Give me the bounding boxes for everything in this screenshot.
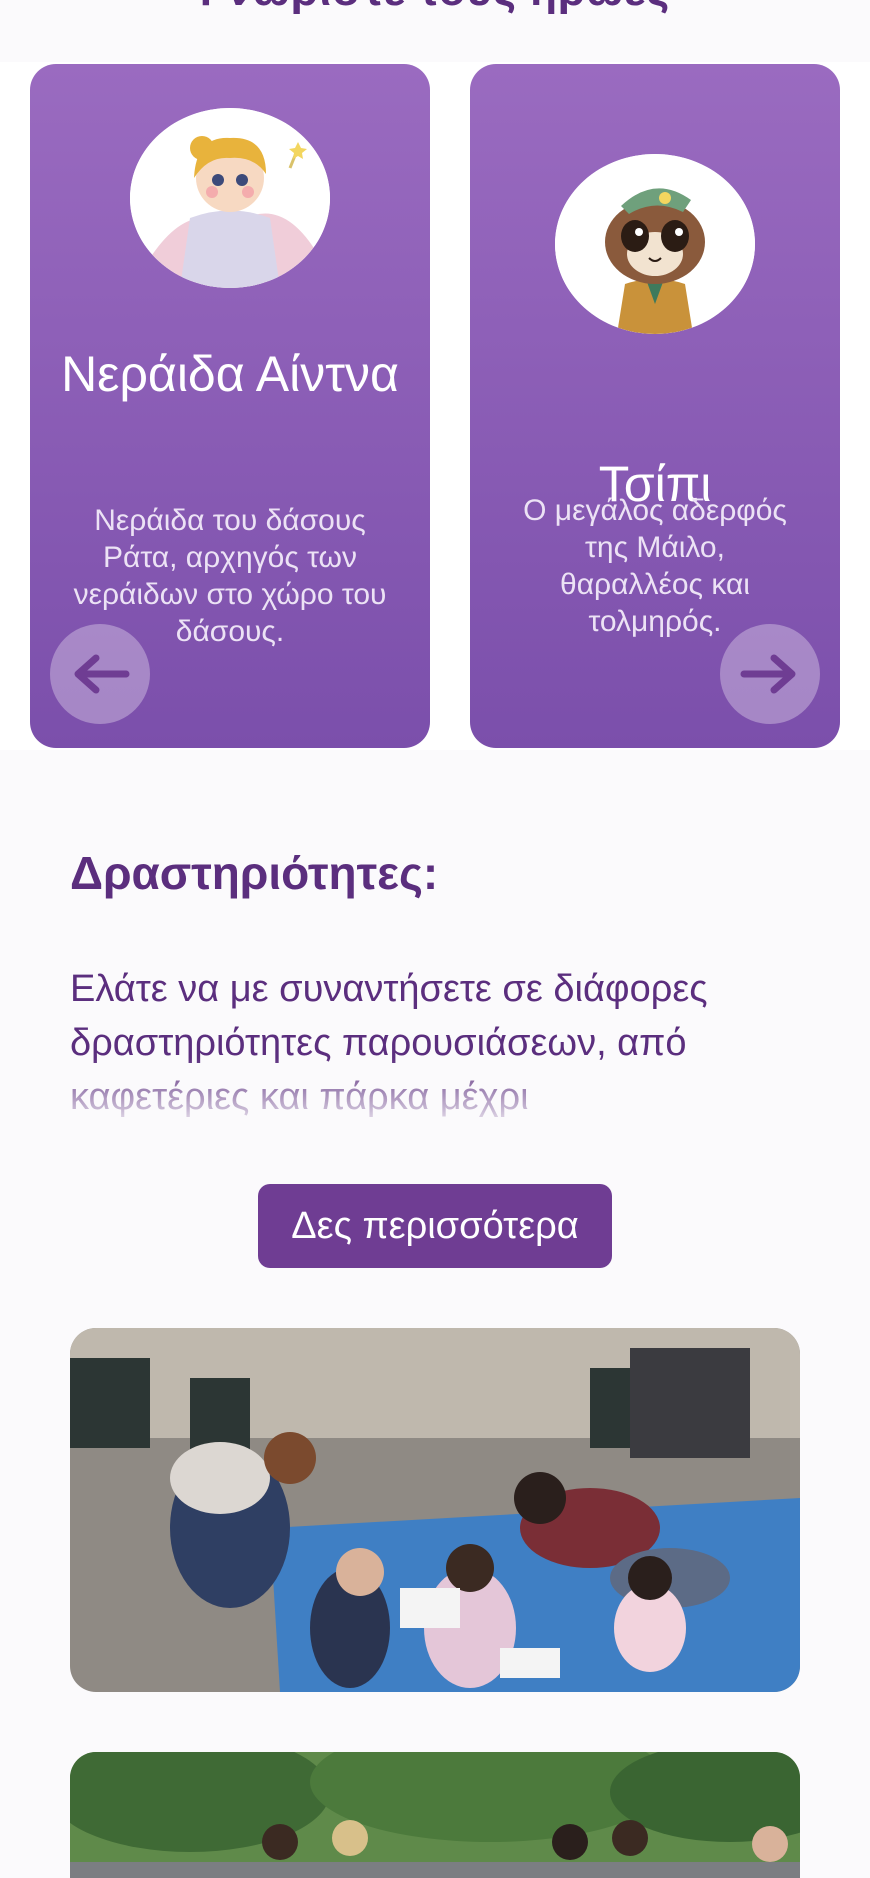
chipmunk-illustration-icon (555, 154, 755, 334)
activities-text: Ελάτε να με συναντήσετε σε διάφορες δρασ… (70, 968, 708, 1118)
activities-title: Δραστηριότητες: (70, 847, 439, 899)
arrow-left-icon (74, 654, 130, 694)
carousel-prev-button[interactable] (50, 624, 150, 724)
carousel-next-button[interactable] (720, 624, 820, 724)
event-photo (70, 1328, 800, 1692)
card-description: Ο μεγάλος αδερφός της Μάιλο, θαραλλέος κ… (523, 494, 787, 638)
chipmunk-avatar (555, 154, 755, 334)
fairy-avatar (130, 108, 330, 288)
event-photo-park-kids (70, 1328, 800, 1692)
fairy-illustration-icon (130, 108, 330, 288)
page: Γνωρίστε τους ήρωες Νεράιδα Αίντνα Νεράι… (0, 0, 870, 1878)
see-more-button[interactable]: Δες περισσότερα (258, 1184, 612, 1268)
card-name: Νεράιδα Αίντνα (61, 346, 399, 402)
arrow-right-icon (740, 654, 796, 694)
event-photo-park-crowd (70, 1752, 800, 1878)
event-photo (70, 1752, 800, 1878)
section-heading-partial: Γνωρίστε τους ήρωες (0, 0, 870, 16)
